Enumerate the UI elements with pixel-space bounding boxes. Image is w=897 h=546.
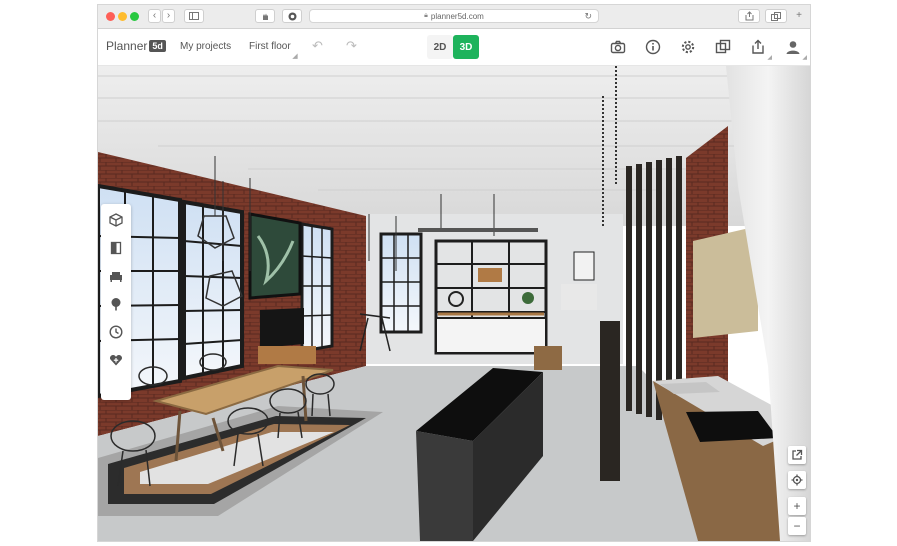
dropdown-corner-icon: ◢ (802, 55, 807, 61)
browser-toolbar: ‹ › 🔒︎ planner5d.com ↻ + (98, 5, 810, 29)
undo-button[interactable]: ↶ (312, 38, 323, 54)
room-render (98, 66, 810, 541)
share-icon (745, 11, 753, 21)
hand-icon (262, 13, 268, 20)
info-icon (645, 39, 661, 55)
zoom-out-icon: − (793, 519, 801, 533)
mode-3d-button[interactable]: 3D (453, 35, 479, 59)
minimize-window-button[interactable] (118, 12, 127, 21)
close-window-button[interactable] (106, 12, 115, 21)
rooms-tool-button[interactable] (106, 210, 126, 230)
forward-button[interactable]: › (162, 9, 175, 23)
address-bar[interactable]: 🔒︎ planner5d.com ↻ (309, 9, 599, 23)
sideboard (258, 346, 316, 364)
locate-icon (791, 474, 803, 486)
logo-badge: 5d (149, 40, 166, 52)
copy-icon (715, 39, 731, 54)
snapshot-button[interactable] (608, 37, 628, 57)
zoom-out-button[interactable]: − (788, 517, 806, 535)
camera-icon (610, 40, 626, 54)
new-tab-button[interactable]: + (791, 9, 807, 23)
account-button[interactable]: ◢ (783, 37, 807, 61)
recent-tool-button[interactable] (106, 322, 126, 342)
dropdown-corner-icon: ◢ (292, 53, 298, 60)
track-light (418, 228, 538, 232)
app-logo[interactable]: Planner 5d (106, 39, 166, 53)
shield-button[interactable] (282, 9, 302, 23)
tabs-overview-button[interactable] (765, 9, 787, 23)
tree-icon (111, 298, 121, 311)
browser-window: ‹ › 🔒︎ planner5d.com ↻ + Planner 5d My p… (98, 5, 810, 541)
door-icon (110, 241, 122, 255)
settings-icon (681, 40, 695, 54)
mode-2d-button[interactable]: 2D (427, 35, 453, 59)
user-icon (786, 41, 800, 54)
my-projects-link[interactable]: My projects (180, 41, 231, 52)
open-external-icon (792, 449, 803, 460)
favorites-tool-button[interactable] (106, 350, 126, 370)
exterior-tool-button[interactable] (106, 294, 126, 314)
catalog-toolbar (101, 204, 131, 400)
back-button[interactable]: ‹ (148, 9, 161, 23)
doors-tool-button[interactable] (106, 238, 126, 258)
wall-art (573, 251, 595, 281)
3d-viewport[interactable]: + − (98, 66, 810, 541)
tv (260, 308, 304, 348)
side-table (534, 346, 562, 370)
redo-icon: ↷ (346, 38, 357, 53)
wall-art (561, 284, 597, 310)
lock-icon: 🔒︎ (424, 12, 428, 19)
info-button[interactable] (643, 37, 663, 57)
reload-icon[interactable]: ↻ (584, 11, 592, 22)
painting (248, 212, 302, 300)
sofa-icon (110, 272, 122, 282)
maximize-window-button[interactable] (130, 12, 139, 21)
favorite-icon (109, 354, 123, 366)
duplicate-button[interactable] (713, 37, 733, 57)
shield-icon (288, 12, 296, 20)
furniture-tool-button[interactable] (106, 266, 126, 286)
chevron-left-icon: ‹ (152, 10, 157, 21)
floor-selector[interactable]: First floor ◢ (249, 41, 298, 60)
chevron-right-icon: › (166, 10, 171, 21)
logo-text: Planner (106, 39, 148, 53)
zoom-in-icon: + (793, 499, 801, 513)
undo-icon: ↶ (312, 38, 323, 53)
open-external-button[interactable] (788, 446, 806, 464)
locate-button[interactable] (788, 471, 806, 489)
zoom-in-button[interactable]: + (788, 497, 806, 515)
plus-icon: + (796, 10, 802, 21)
share-icon (752, 39, 764, 54)
app-toolbar: Planner 5d My projects First floor ◢ ↶ ↷… (98, 29, 810, 66)
floor-label: First floor (249, 41, 291, 52)
sidebar-toggle-button[interactable] (184, 9, 204, 23)
url-text: planner5d.com (430, 11, 484, 21)
window (300, 222, 334, 353)
dropdown-corner-icon: ◢ (767, 55, 772, 61)
extension-button[interactable] (255, 9, 275, 23)
redo-button[interactable]: ↷ (346, 38, 357, 54)
cube-icon (109, 213, 123, 227)
share-page-button[interactable] (738, 9, 760, 23)
export-button[interactable]: ◢ (748, 37, 772, 61)
window (182, 199, 244, 381)
settings-button[interactable] (678, 37, 698, 57)
clock-icon (109, 325, 123, 339)
tabs-icon (771, 11, 781, 21)
sidebar-icon (189, 12, 199, 20)
